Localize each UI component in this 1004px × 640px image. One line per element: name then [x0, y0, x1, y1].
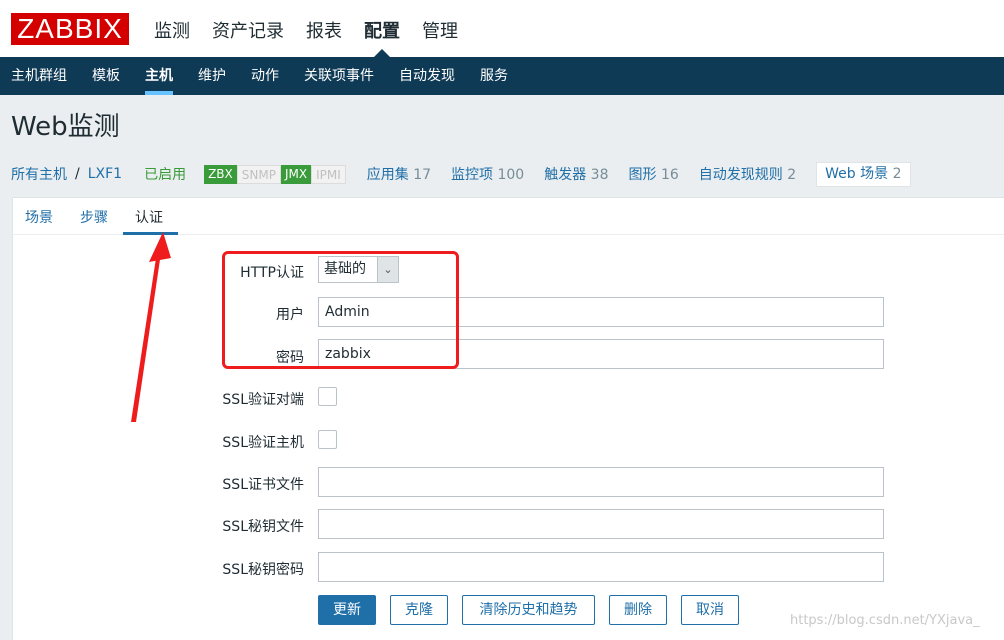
- annotation-arrow-shaft: [131, 245, 162, 422]
- annotation-arrow-icon: [131, 232, 171, 422]
- annotation-arrow-head: [149, 232, 171, 262]
- watermark: https://blog.csdn.net/YXjava_: [790, 613, 980, 628]
